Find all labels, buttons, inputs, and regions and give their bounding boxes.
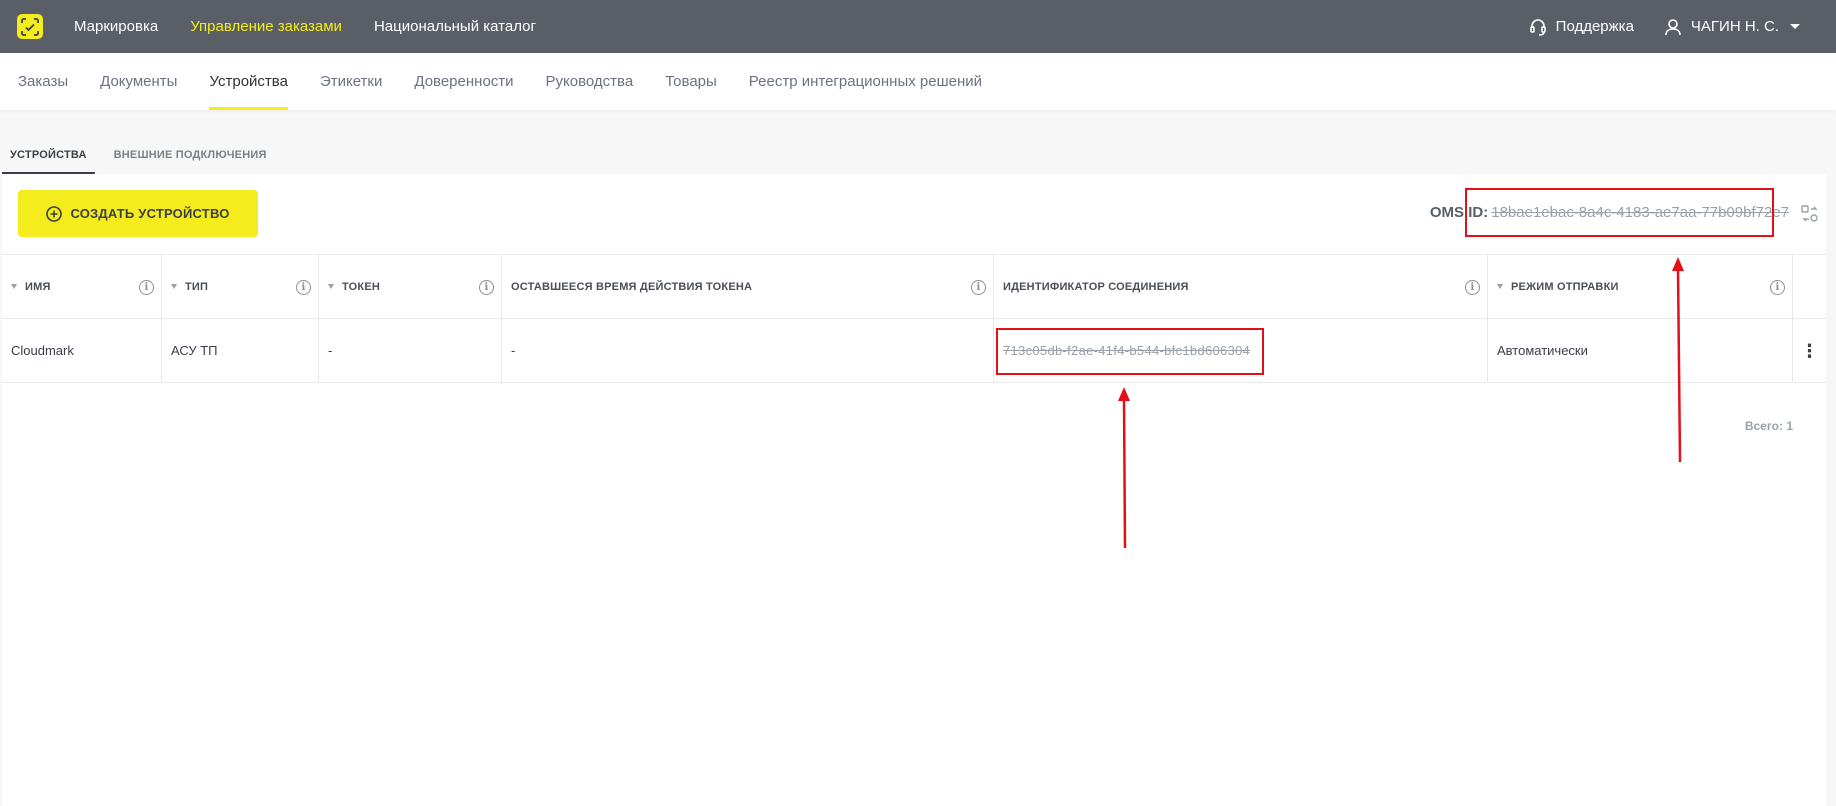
tab-manuals[interactable]: Руководства (546, 53, 634, 110)
info-icon[interactable]: i (296, 280, 311, 295)
table-header: ИМЯ i ТИП i ТОКЕН i ОСТАВШЕЕСЯ ВРЕМЯ ДЕЙСТВ… (2, 255, 1826, 319)
app-logo-icon[interactable] (17, 14, 43, 39)
more-actions-icon[interactable]: ⋮ (1801, 342, 1819, 360)
headset-icon (1529, 18, 1546, 36)
annotation-arrow-oms-id (1672, 257, 1684, 463)
tab-goods[interactable]: Товары (665, 53, 717, 110)
total-count: Всего: 1 (1744, 419, 1793, 433)
top-right-menu: Поддержка ЧАГИН Н. С. (1529, 0, 1800, 53)
user-name: ЧАГИН Н. С. (1690, 18, 1779, 35)
top-nav-order-management[interactable]: Управление заказами (190, 18, 342, 35)
tab-devices-list[interactable]: УСТРОЙСТВА (2, 135, 95, 174)
col-header-actions (1793, 255, 1826, 318)
annotation-arrow-connection-id (1118, 387, 1130, 549)
copy-icon[interactable] (1800, 204, 1820, 224)
chevron-down-icon (1790, 24, 1800, 29)
tab-external-connections[interactable]: ВНЕШНИЕ ПОДКЛЮЧЕНИЯ (106, 135, 275, 174)
top-nav-national-catalog[interactable]: Национальный каталог (374, 18, 536, 35)
support-label: Поддержка (1555, 18, 1634, 35)
device-tabs: УСТРОЙСТВА ВНЕШНИЕ ПОДКЛЮЧЕНИЯ (2, 135, 275, 174)
tab-integration-registry[interactable]: Реестр интеграционных решений (749, 53, 982, 110)
cell-name: Cloudmark (2, 319, 162, 382)
table-row[interactable]: Cloudmark АСУ ТП - - 713c05db-f2ae-41f4-… (2, 319, 1826, 383)
tab-powers-of-attorney[interactable]: Доверенности (414, 53, 513, 110)
info-icon[interactable]: i (1465, 280, 1480, 295)
user-menu[interactable]: ЧАГИН Н. С. (1664, 18, 1800, 36)
support-link[interactable]: Поддержка (1529, 18, 1634, 36)
create-device-button[interactable]: СОЗДАТЬ УСТРОЙСТВО (18, 190, 258, 237)
info-icon[interactable]: i (479, 280, 494, 295)
top-nav-marking[interactable]: Маркировка (74, 18, 158, 35)
cell-actions: ⋮ (1793, 319, 1826, 382)
info-icon[interactable]: i (139, 280, 154, 295)
create-device-label: СОЗДАТЬ УСТРОЙСТВО (70, 206, 230, 221)
top-bar: Маркировка Управление заказами Националь… (0, 0, 1836, 53)
col-header-token-time: ОСТАВШЕЕСЯ ВРЕМЯ ДЕЙСТВИЯ ТОКЕНА i (502, 255, 994, 318)
section-nav: Заказы Документы Устройства Этикетки Дов… (0, 53, 1836, 110)
annotation-box-oms-id (1465, 188, 1774, 237)
plus-circle-icon (46, 205, 63, 222)
col-header-name[interactable]: ИМЯ i (2, 255, 162, 318)
tab-orders[interactable]: Заказы (18, 53, 68, 110)
devices-card: СОЗДАТЬ УСТРОЙСТВО OMS ID: 18bae1ebac-8a… (2, 174, 1826, 806)
annotation-box-connection-id (996, 328, 1264, 375)
cell-token: - (319, 319, 502, 382)
info-icon[interactable]: i (1770, 280, 1785, 295)
user-icon (1665, 18, 1681, 35)
cell-send-mode: Автоматически (1488, 319, 1793, 382)
col-header-send-mode[interactable]: РЕЖИМ ОТПРАВКИ i (1488, 255, 1793, 318)
tab-documents[interactable]: Документы (100, 53, 177, 110)
tab-labels[interactable]: Этикетки (320, 53, 382, 110)
cell-type: АСУ ТП (162, 319, 319, 382)
devices-table: ИМЯ i ТИП i ТОКЕН i ОСТАВШЕЕСЯ ВРЕМЯ ДЕЙСТВ… (2, 254, 1826, 383)
col-header-connection-id: ИДЕНТИФИКАТОР СОЕДИНЕНИЯ i (994, 255, 1488, 318)
top-nav: Маркировка Управление заказами Националь… (74, 0, 536, 53)
info-icon[interactable]: i (971, 280, 986, 295)
tab-devices[interactable]: Устройства (209, 53, 289, 110)
col-header-type[interactable]: ТИП i (162, 255, 319, 318)
col-header-token[interactable]: ТОКЕН i (319, 255, 502, 318)
cell-token-time: - (502, 319, 994, 382)
